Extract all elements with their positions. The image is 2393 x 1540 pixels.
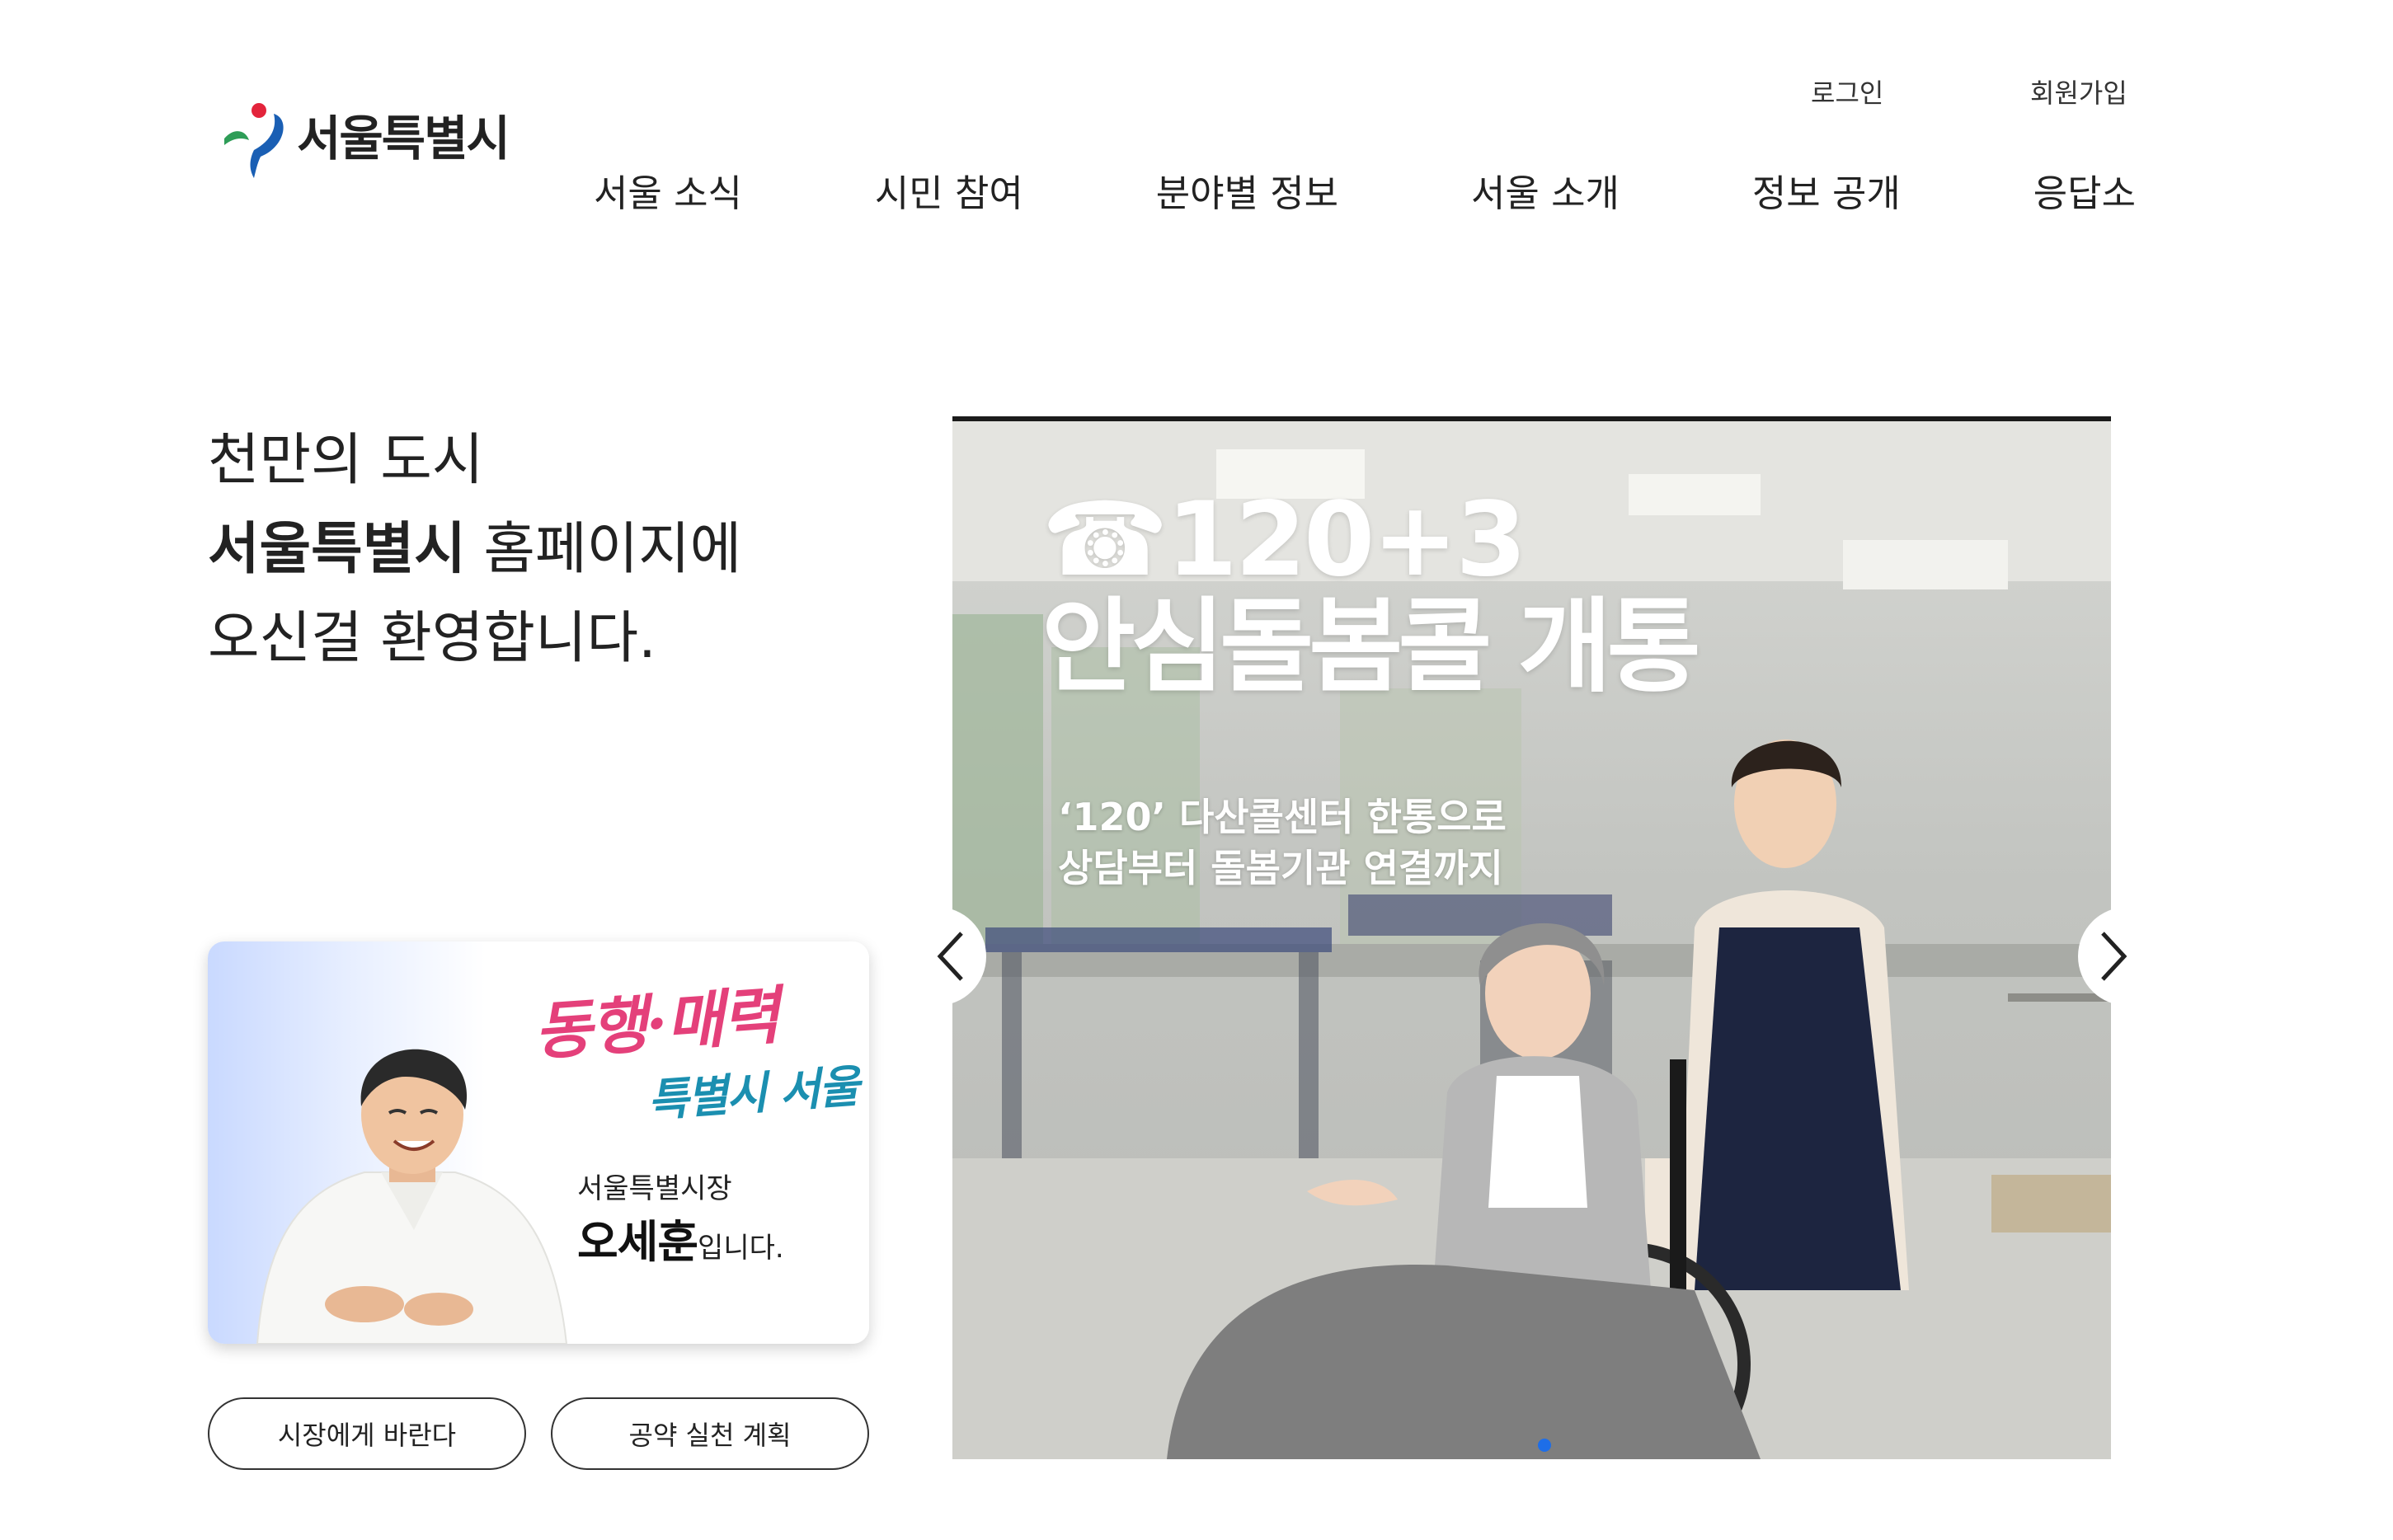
join-link[interactable]: 회원가입 bbox=[2030, 73, 2127, 110]
welcome-city-name: 서울특별시 bbox=[208, 517, 466, 582]
banner-title-line-1: ☎120+3 bbox=[1041, 481, 1526, 599]
nav-item-about-seoul[interactable]: 서울 소개 bbox=[1471, 163, 1620, 217]
welcome-line-1: 천만의 도시 bbox=[208, 428, 484, 493]
mayor-name-line: 오세훈입니다. bbox=[577, 1205, 784, 1270]
mayor-name-suffix: 입니다. bbox=[698, 1232, 784, 1265]
nav-item-eungdapso[interactable]: 응답소 bbox=[2033, 163, 2136, 217]
pledge-plan-button[interactable]: 공약 실천 계획 bbox=[551, 1397, 869, 1470]
nav-item-info-disclosure[interactable]: 정보 공개 bbox=[1752, 163, 1901, 217]
welcome-heading: 천만의 도시 서울특별시 홈페이지에 오신걸 환영합니다. bbox=[208, 416, 917, 683]
main-nav: 서울 소식 시민 참여 분야별 정보 서울 소개 정보 공개 응답소 bbox=[594, 161, 2136, 218]
slogan: 동행·매력 특별시 서울 bbox=[531, 966, 860, 1156]
hero-banner[interactable]: ☎120+3 안심돌봄콜 개통 ‘120’ 다산콜센터 한통으로 상담부터 돌봄… bbox=[952, 416, 2111, 1459]
welcome-line-2: 서울특별시 홈페이지에 bbox=[208, 505, 917, 594]
banner-top-border bbox=[952, 416, 2111, 421]
seoul-logo[interactable]: 서울특별시 bbox=[216, 97, 529, 180]
slogan-line-1: 동행·매력 bbox=[531, 978, 781, 1069]
mayor-title: 서울특별시장 bbox=[577, 1172, 732, 1205]
banner-subtitle-line-2: 상담부터 돌봄기관 연결까지 bbox=[1058, 846, 1503, 890]
welcome-line-2-rest: 홈페이지에 bbox=[465, 517, 742, 582]
welcome-line-3: 오신걸 환영합니다. bbox=[208, 606, 656, 671]
nav-item-seoul-news[interactable]: 서울 소식 bbox=[594, 163, 742, 217]
mayor-card[interactable]: 동행·매력 특별시 서울 서울특별시장 오세훈입니다. bbox=[208, 941, 869, 1344]
chevron-right-icon bbox=[2101, 932, 2127, 981]
login-link[interactable]: 로그인 bbox=[1811, 73, 1883, 110]
seoul-logo-icon bbox=[224, 103, 284, 178]
slide-indicator-dot[interactable] bbox=[1538, 1439, 1551, 1452]
banner-title-line-2: 안심돌봄콜 개통 bbox=[1041, 588, 1701, 707]
slogan-line-2: 특별시 서울 bbox=[646, 1059, 860, 1127]
chevron-left-icon bbox=[937, 932, 963, 981]
logo-text: 서울특별시 bbox=[297, 110, 510, 167]
nav-item-citizen-participation[interactable]: 시민 참여 bbox=[875, 163, 1023, 217]
nav-item-field-info[interactable]: 분야별 정보 bbox=[1156, 163, 1338, 217]
banner-subtitle-line-1: ‘120’ 다산콜센터 한통으로 bbox=[1058, 795, 1507, 839]
mayor-name: 오세훈 bbox=[577, 1216, 698, 1268]
mayor-suggestion-button[interactable]: 시장에게 바란다 bbox=[208, 1397, 526, 1470]
